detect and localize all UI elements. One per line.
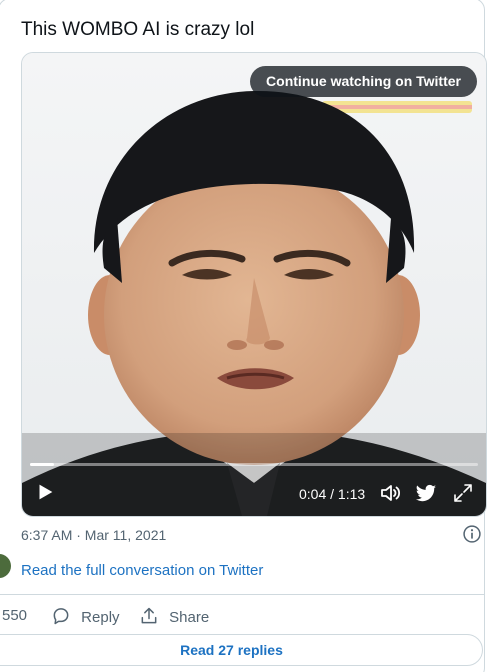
play-icon[interactable] [34,481,56,503]
video-progress-bar[interactable] [30,463,478,466]
video-thumbnail [22,53,486,516]
read-full-conversation-link[interactable]: Read the full conversation on Twitter [21,562,263,580]
read-replies-button[interactable]: Read 27 replies [0,634,483,666]
info-icon[interactable] [462,524,482,544]
video-time: 0:04 / 1:13 [299,486,366,502]
video-player[interactable]: Continue watching on Twitter 0:04 / 1:13 [21,52,487,517]
continue-watching-button[interactable]: Continue watching on Twitter [250,66,477,97]
volume-icon[interactable] [379,481,403,505]
tweet-text: This WOMBO AI is crazy lol [21,19,255,40]
share-label: Share [169,609,210,626]
divider [0,594,485,595]
reply-icon [53,608,69,625]
expand-icon[interactable] [451,481,475,505]
tweet-embed: This WOMBO AI is crazy lol Continue watc… [0,0,503,672]
likes-count[interactable]: 550 [2,606,27,626]
reply-button[interactable]: Reply [51,606,120,626]
reply-label: Reply [81,609,120,626]
share-icon [141,607,157,624]
twitter-bird-icon[interactable] [414,481,438,505]
video-progress-fill [30,463,55,466]
share-button[interactable]: Share [139,606,209,626]
tweet-timestamp[interactable]: 6:37 AM · Mar 11, 2021 [21,526,166,544]
